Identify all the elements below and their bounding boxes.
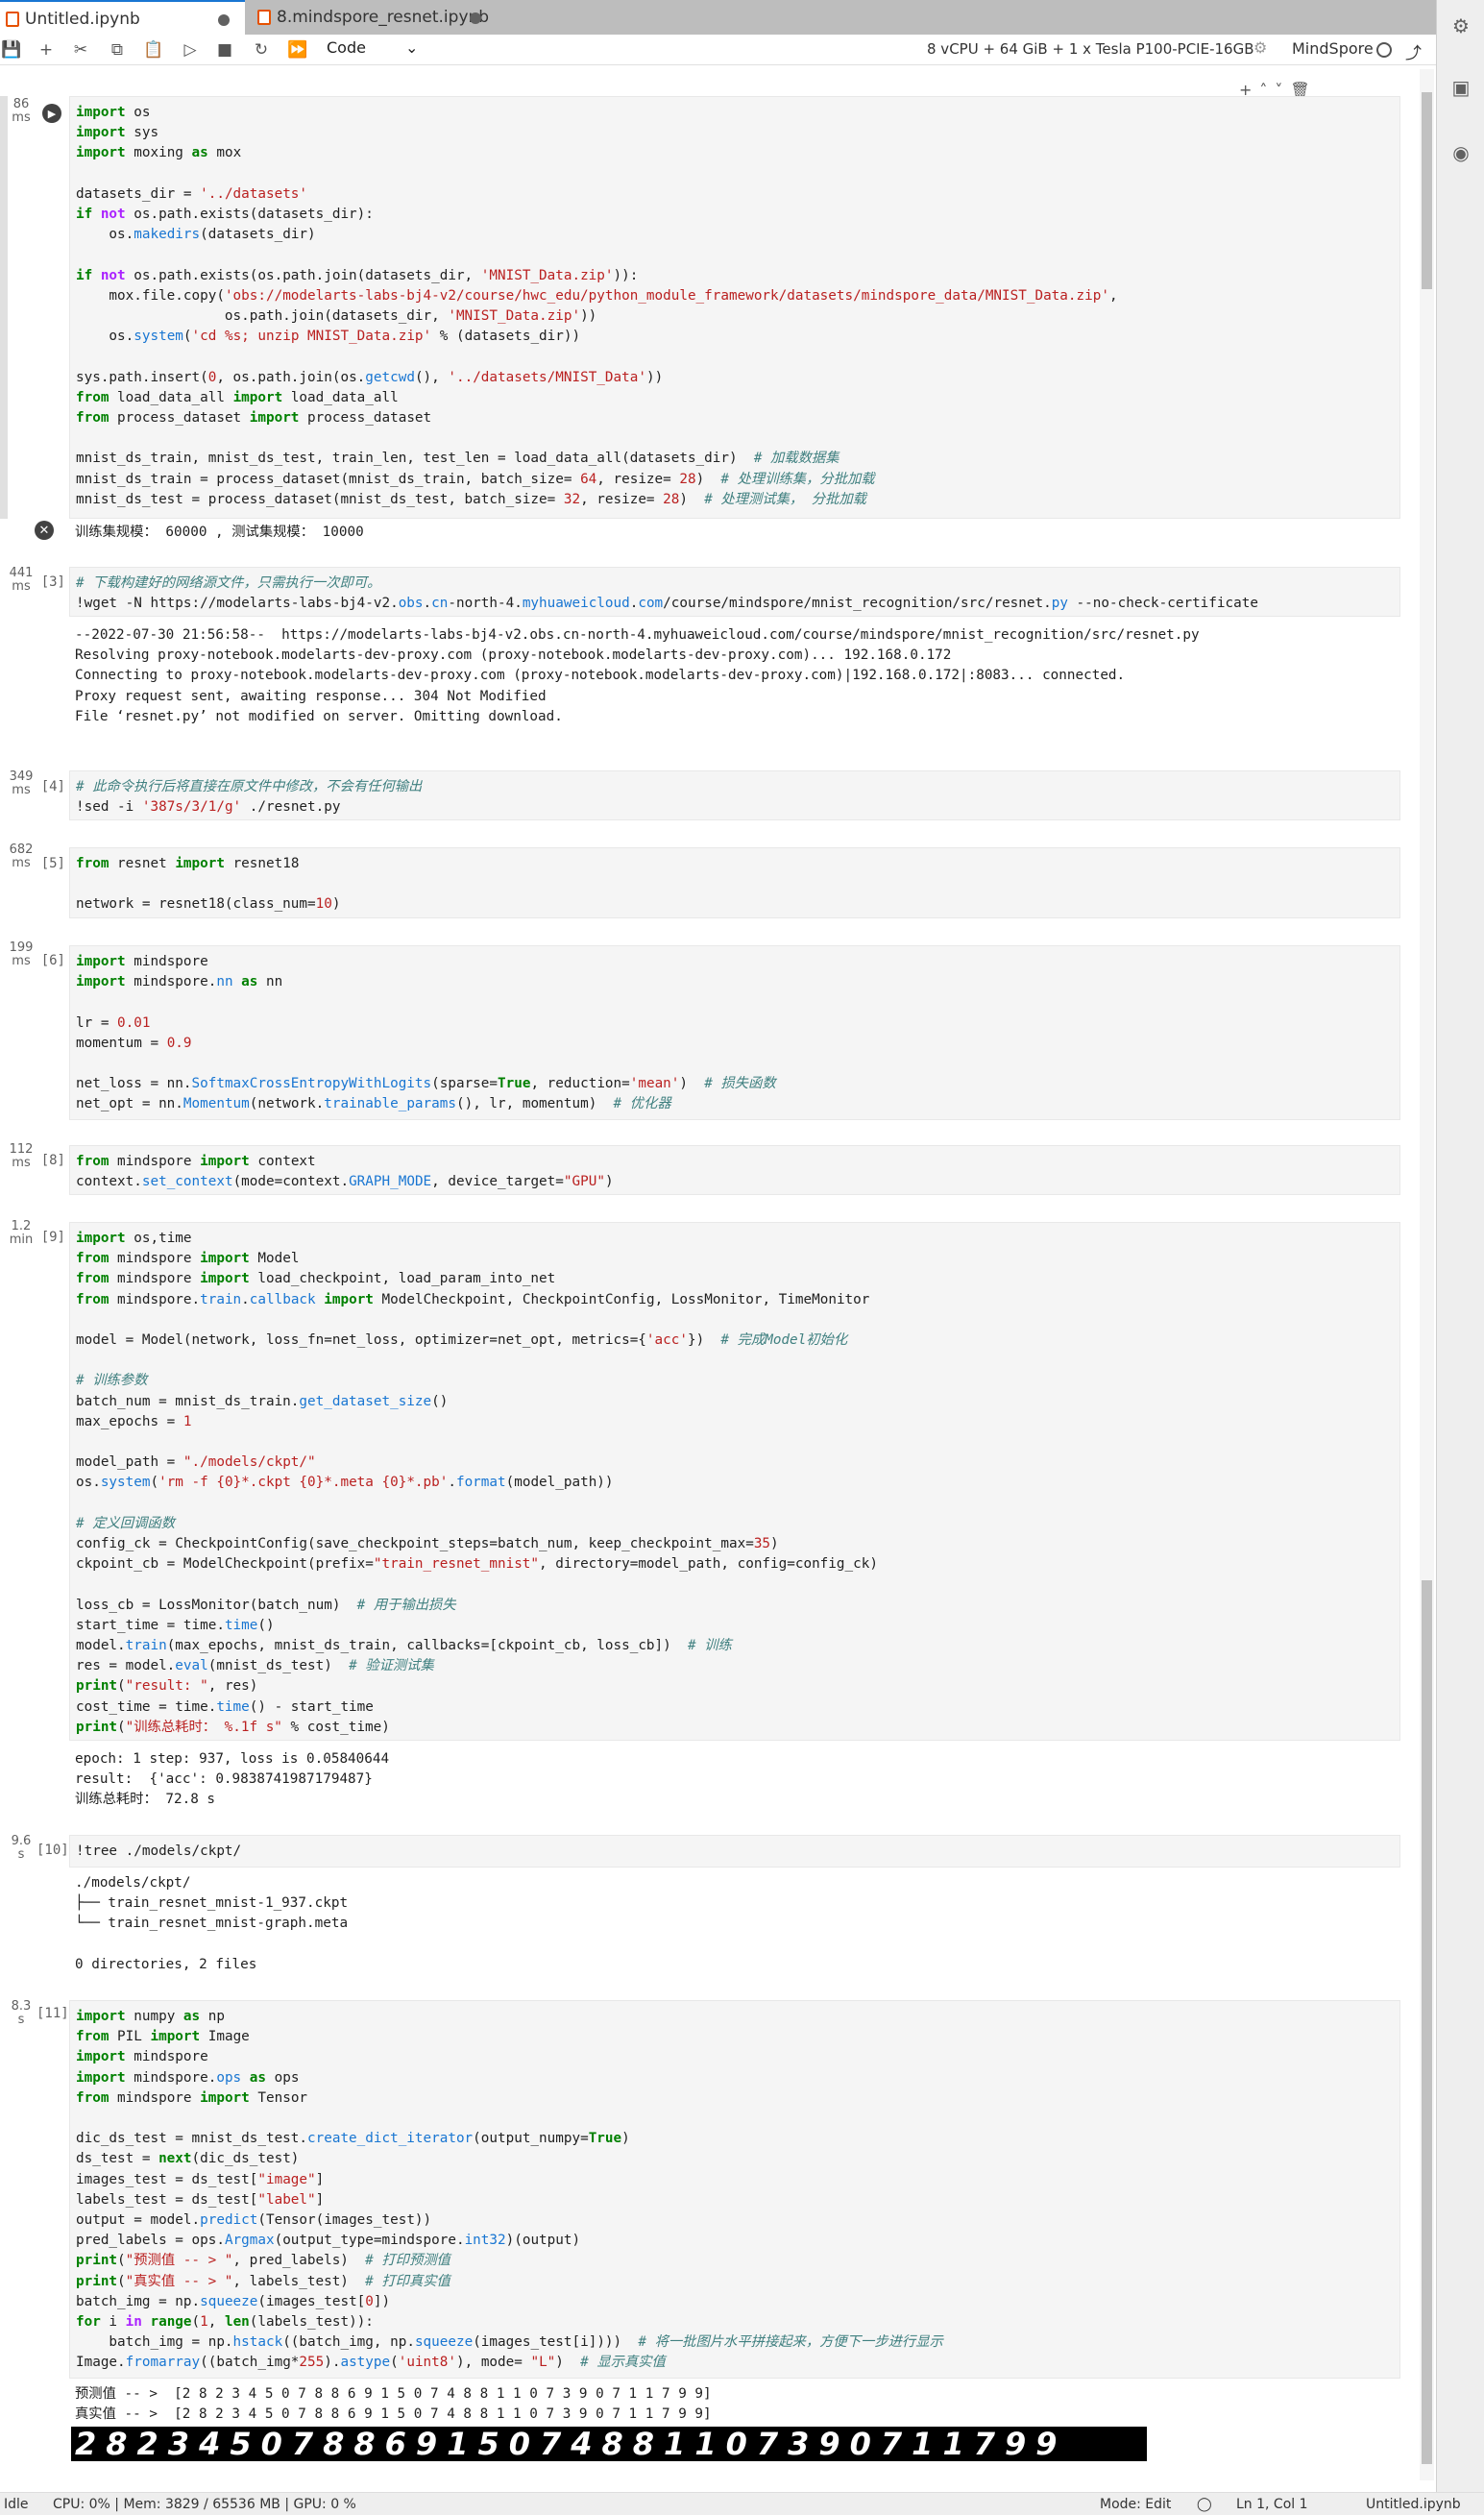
cell-prompt: [4]	[40, 779, 65, 794]
cell-prompt: [8]	[40, 1153, 65, 1168]
code-cell-input[interactable]: # 下载构建好的网络源文件，只需执行一次即可。 !wget -N https:/…	[69, 567, 1400, 617]
code-cell-input[interactable]: from resnet import resnet18 network = re…	[69, 847, 1400, 918]
run-all-icon[interactable]: ⏩	[286, 38, 309, 61]
active-cell-indicator	[0, 96, 8, 519]
code-cell-input[interactable]: import mindspore import mindspore.nn as …	[69, 945, 1400, 1120]
unsaved-dot-icon[interactable]	[218, 14, 230, 26]
notebook-icon	[257, 10, 271, 25]
cell-exec-time: 8.3 s	[11, 1999, 32, 2027]
output-line: epoch: 1 step: 937, loss is 0.05840644	[75, 1751, 390, 1767]
cell-output: 训练集规模： 60000 , 测试集规模： 10000	[75, 525, 364, 540]
cell-prompt: [5]	[40, 856, 65, 871]
right-sidebar: ⚙ ▣ ◉	[1436, 0, 1484, 2515]
run-cell-icon[interactable]: ▶	[42, 104, 61, 123]
stop-icon[interactable]: ■	[213, 38, 236, 61]
extensions-icon[interactable]: ◉	[1448, 140, 1473, 165]
close-output-icon[interactable]: ✕	[35, 521, 54, 540]
cell-exec-time: 9.6 s	[11, 1834, 32, 1862]
cell-exec-time: 441 ms	[9, 566, 34, 594]
output-line: Resolving proxy-notebook.modelarts-dev-p…	[75, 647, 952, 664]
code-cell-input[interactable]: import os,time from mindspore import Mod…	[69, 1222, 1400, 1741]
unsaved-dot-icon[interactable]	[470, 12, 481, 24]
cut-icon[interactable]: ✂	[69, 38, 92, 61]
cell-type-select[interactable]: Code ⌄	[327, 38, 423, 61]
code-cell-input[interactable]: from mindspore import context context.se…	[69, 1145, 1400, 1195]
cell-output: 预测值 -- > [2 8 2 3 4 5 0 7 8 8 6 9 1 5 0 …	[69, 2384, 1400, 2425]
share-icon[interactable]: ⤴	[1405, 39, 1422, 63]
run-icon[interactable]: ▷	[179, 38, 202, 61]
cell-type-value: Code	[327, 38, 366, 57]
kernel-status-icon	[1376, 42, 1392, 58]
cursor-position[interactable]: Ln 1, Col 1	[1236, 2497, 1308, 2512]
notebook-icon	[6, 11, 19, 27]
output-line: result: {'acc': 0.9838741987179487}	[75, 1771, 373, 1788]
cell-prompt: [10]	[36, 1843, 69, 1858]
output-line: 真实值 -- > [2 8 2 3 4 5 0 7 8 8 6 9 1 5 0 …	[75, 2406, 712, 2423]
cell-exec-time: 199 ms	[9, 940, 34, 968]
output-line: 训练总耗时： 72.8 s	[75, 1792, 216, 1808]
cell-exec-time: 682 ms	[9, 842, 34, 870]
code-cell-input[interactable]: # 此命令执行后将直接在原文件中修改，不会有任何输出 !sed -i '387s…	[69, 770, 1400, 820]
save-icon[interactable]: 💾	[0, 38, 23, 61]
code-cell-input[interactable]: !tree ./models/ckpt/	[69, 1835, 1400, 1868]
copy-icon[interactable]: ⧉	[106, 38, 129, 61]
cell-prompt: [3]	[40, 574, 65, 590]
code-cell-input[interactable]: import os import sys import moxing as mo…	[69, 96, 1400, 519]
output-line: File ‘resnet.py’ not modified on server.…	[75, 708, 563, 724]
cell-prompt: [11]	[36, 2006, 69, 2021]
tab-untitled[interactable]: Untitled.ipynb	[0, 0, 245, 36]
output-line: ./models/ckpt/	[75, 1875, 191, 1891]
cell-prompt: [9]	[40, 1230, 65, 1245]
output-line: Proxy request sent, awaiting response...…	[75, 688, 547, 704]
cell-output: epoch: 1 step: 937, loss is 0.05840644 re…	[69, 1749, 1400, 1811]
mnist-digits-image: 28234507886915074881107390711799	[71, 2427, 1147, 2461]
resource-monitor-icon[interactable]: ▣	[1448, 75, 1473, 100]
tab-mindspore-resnet[interactable]: 8.mindspore_resnet.ipynb	[252, 0, 497, 35]
cell-exec-time: 86 ms	[12, 97, 31, 125]
property-inspector-icon[interactable]: ⚙	[1448, 13, 1473, 38]
output-line: └── train_resnet_mnist-graph.meta	[75, 1916, 349, 1932]
chevron-down-icon: ⌄	[405, 38, 419, 57]
tab-bar: Untitled.ipynb 8.mindspore_resnet.ipynb	[0, 0, 1436, 36]
tab-label: Untitled.ipynb	[25, 9, 140, 29]
notebook-toolbar: 💾 + ✂ ⧉ 📋 ▷ ■ ↻ ⏩ Code ⌄ 8 vCPU + 64 GiB…	[0, 35, 1436, 65]
cell-output: ./models/ckpt/ ├── train_resnet_mnist-1_9…	[69, 1873, 1400, 1975]
cell-exec-time: 1.2 min	[9, 1219, 34, 1247]
current-file: Untitled.ipynb	[1366, 2497, 1461, 2512]
kernel-resource-info: 8 vCPU + 64 GiB + 1 x Tesla P100-PCIE-16…	[927, 40, 1254, 58]
kernel-name[interactable]: MindSpore	[1292, 39, 1374, 58]
resource-usage: CPU: 0% | Mem: 3829 / 65536 MB | GPU: 0 …	[53, 2497, 356, 2512]
output-line: 预测值 -- > [2 8 2 3 4 5 0 7 8 8 6 9 1 5 0 …	[75, 2386, 712, 2402]
cell-exec-time: 112 ms	[9, 1142, 34, 1170]
add-cell-icon[interactable]: +	[35, 38, 58, 61]
restart-icon[interactable]: ↻	[250, 38, 273, 61]
output-line: ├── train_resnet_mnist-1_937.ckpt	[75, 1895, 349, 1912]
output-line: --2022-07-30 21:56:58-- https://modelart…	[75, 627, 1200, 643]
cell-prompt: [6]	[40, 953, 65, 968]
cell-output: --2022-07-30 21:56:58-- https://modelart…	[69, 625, 1400, 727]
scrollbar-thumb[interactable]	[1422, 92, 1432, 289]
bug-icon[interactable]: ⚙	[1253, 38, 1267, 57]
scrollbar-thumb[interactable]	[1422, 1580, 1432, 2464]
status-bar: Idle CPU: 0% | Mem: 3829 / 65536 MB | GP…	[0, 2492, 1484, 2515]
output-line: Connecting to proxy-notebook.modelarts-d…	[75, 668, 1126, 684]
paste-icon[interactable]: 📋	[142, 38, 165, 61]
output-line: 0 directories, 2 files	[75, 1956, 257, 1972]
code-cell-input[interactable]: import numpy as np from PIL import Image…	[69, 2000, 1400, 2379]
edit-mode[interactable]: Mode: Edit	[1100, 2497, 1171, 2512]
kernel-idle-status: Idle	[4, 2497, 29, 2512]
cell-exec-time: 349 ms	[9, 769, 34, 797]
tab-label: 8.mindspore_resnet.ipynb	[277, 8, 490, 27]
shield-icon: ◯	[1197, 2497, 1212, 2512]
